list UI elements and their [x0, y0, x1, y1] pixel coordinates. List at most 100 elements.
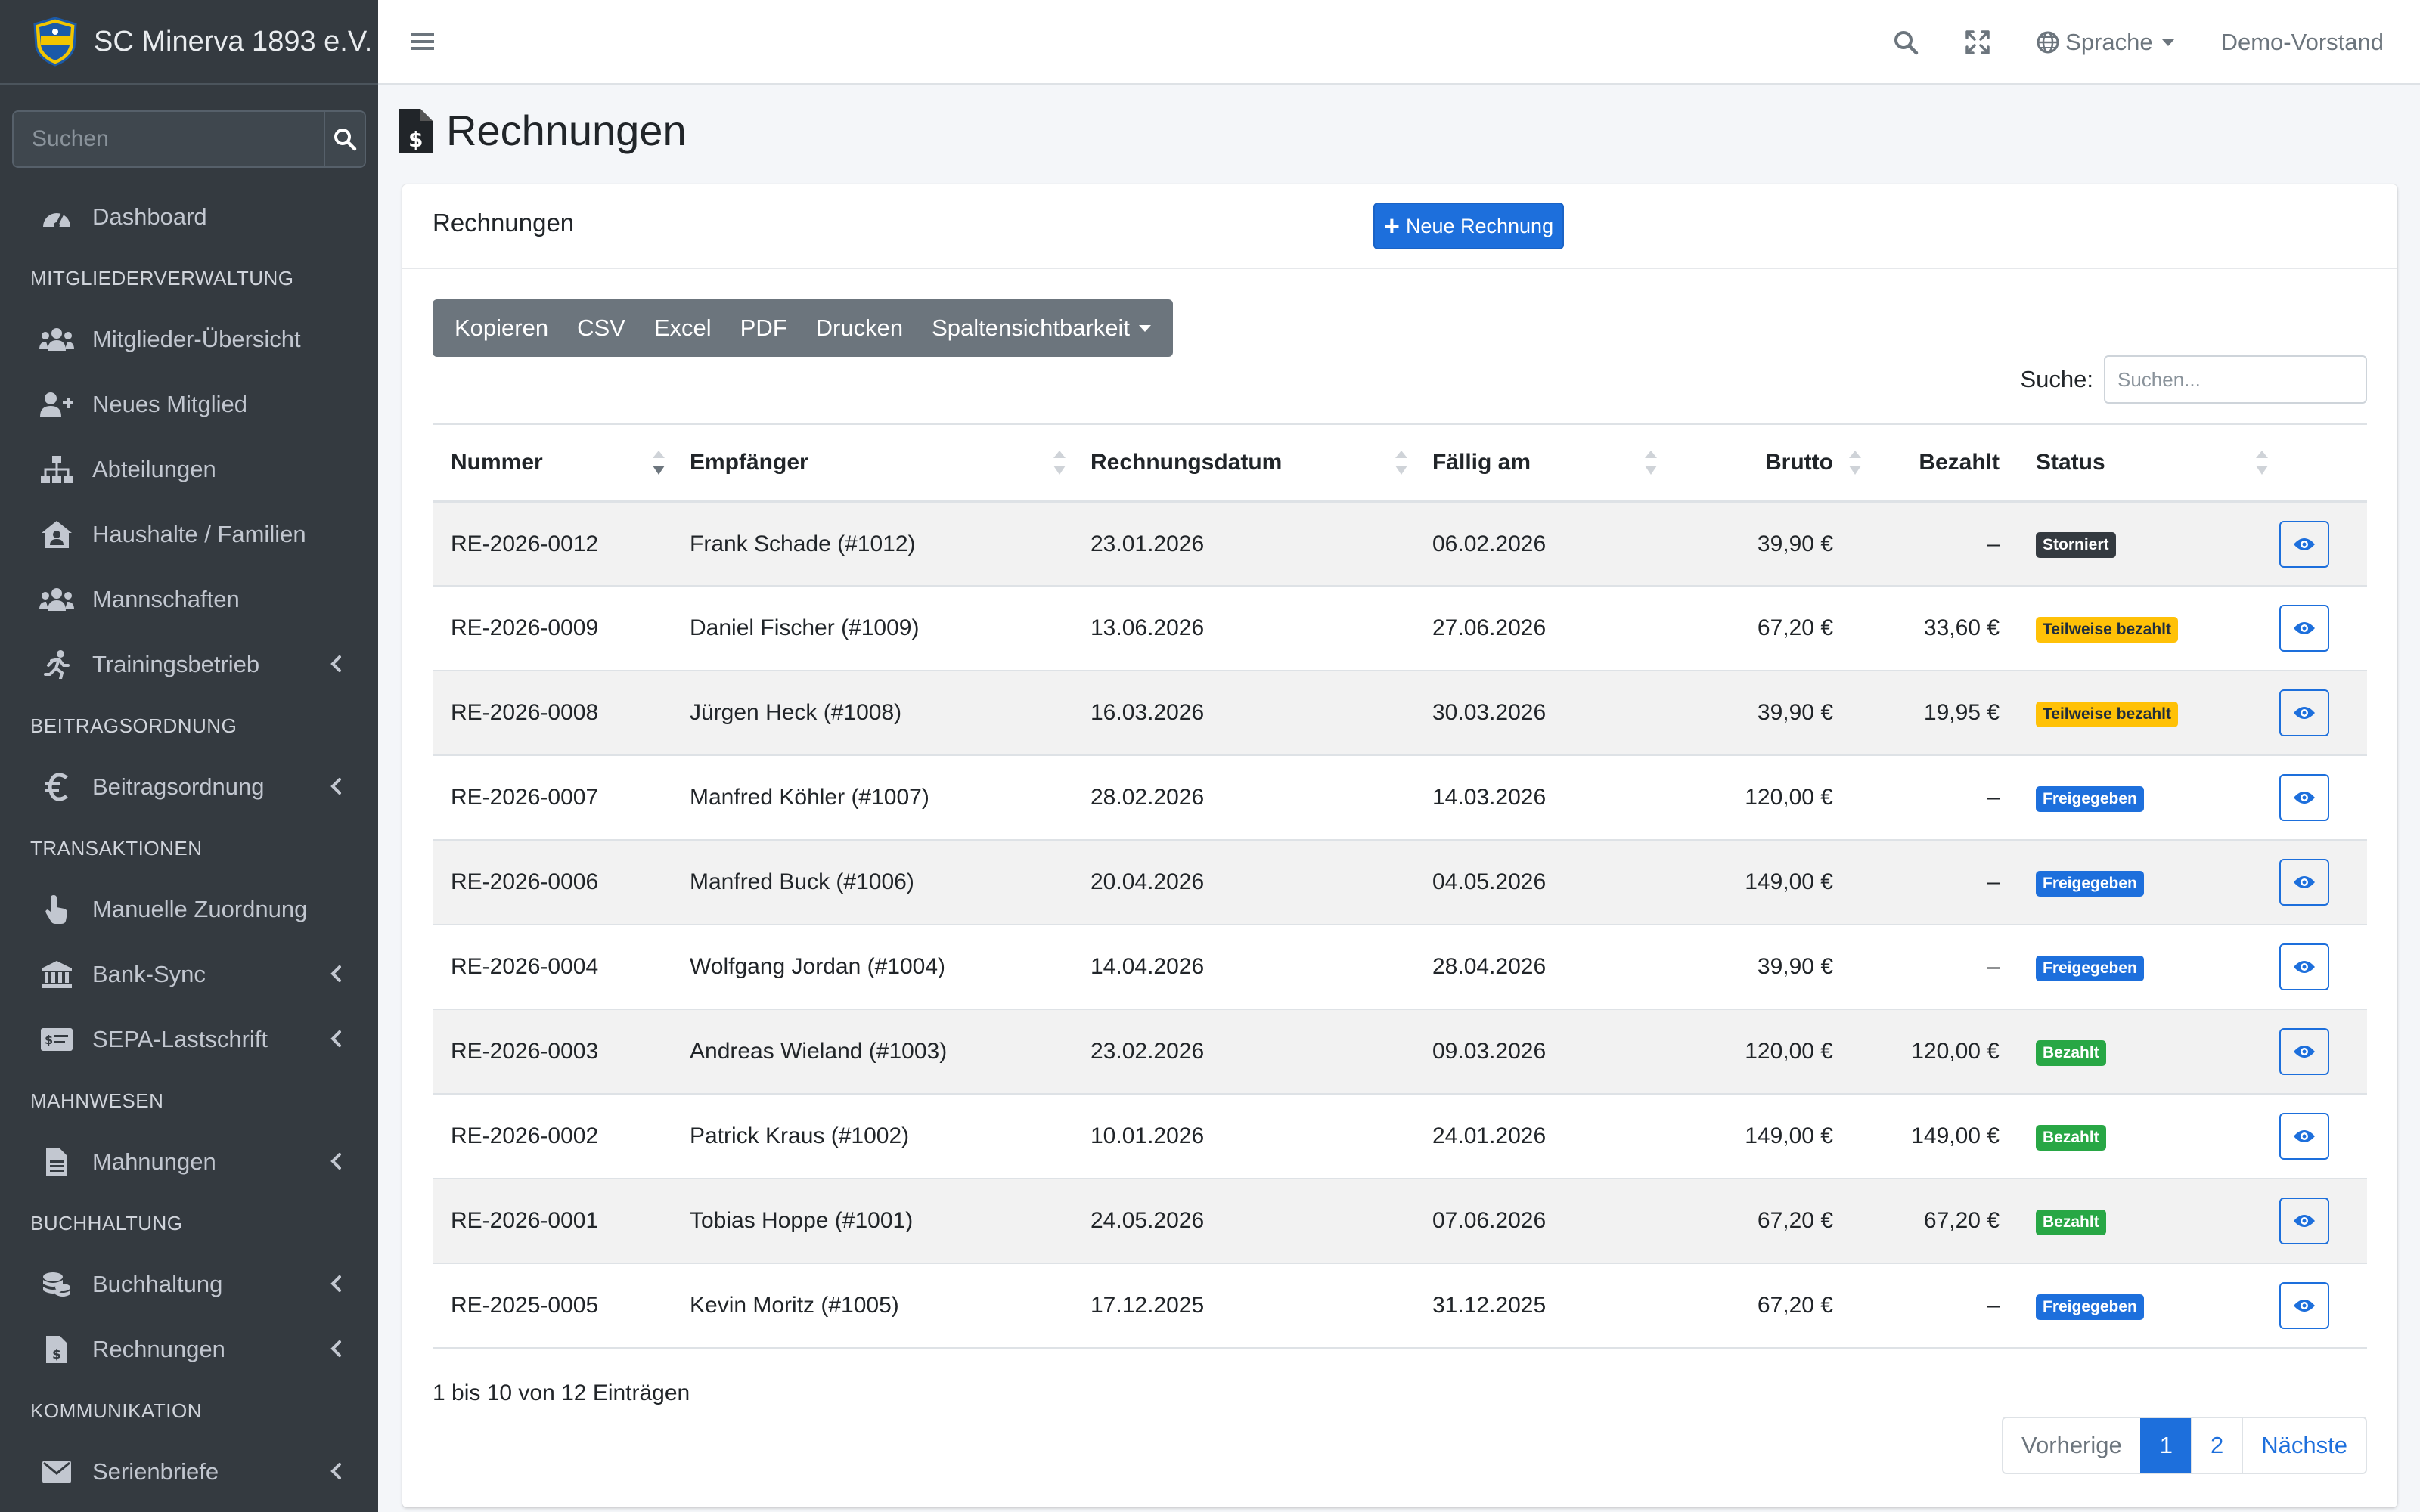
- table-row: RE-2026-0002 Patrick Kraus (#1002) 10.01.2…: [433, 1094, 2367, 1179]
- sidebar-item-buchhaltung[interactable]: Buchhaltung: [0, 1252, 378, 1317]
- sidebar-item-beitragsordnung[interactable]: Beitragsordnung: [0, 754, 378, 820]
- sort-icon: [2256, 451, 2268, 475]
- cell-empfaenger: Tobias Hoppe (#1001): [690, 1208, 914, 1233]
- view-invoice-button[interactable]: [2279, 1198, 2329, 1244]
- csv-button[interactable]: CSV: [566, 299, 636, 357]
- column-header-bezahlt[interactable]: Bezahlt: [1851, 424, 2018, 501]
- sidebar: SC Minerva 1893 e.V. Dashboard MITGLIEDE…: [0, 0, 378, 1512]
- column-header-nummer[interactable]: Nummer: [433, 424, 676, 501]
- sidebar-item-rechnungen[interactable]: $ Rechnungen: [0, 1317, 378, 1382]
- view-invoice-button[interactable]: [2279, 774, 2329, 821]
- language-dropdown[interactable]: Sprache: [2037, 29, 2174, 56]
- svg-text:$: $: [408, 127, 423, 152]
- sidebar-item-sepa-lastschrift[interactable]: $ SEPA-Lastschrift: [0, 1007, 378, 1072]
- pdf-button[interactable]: PDF: [730, 299, 798, 357]
- user-plus-icon: [40, 392, 73, 417]
- fullscreen-button[interactable]: [1965, 30, 1990, 54]
- excel-button[interactable]: Excel: [644, 299, 722, 357]
- column-header-rechnungsdatum[interactable]: Rechnungsdatum: [1077, 424, 1419, 501]
- sidebar-item-dashboard[interactable]: Dashboard: [0, 184, 378, 249]
- column-visibility-button[interactable]: Spaltensichtbarkeit: [921, 299, 1162, 357]
- sitemap-icon: [41, 456, 73, 483]
- nav-header-transaktionen: TRANSAKTIONEN: [30, 836, 203, 860]
- view-invoice-button[interactable]: [2279, 859, 2329, 906]
- new-invoice-button[interactable]: + Neue Rechnung: [1373, 203, 1564, 249]
- column-header-brutto[interactable]: Brutto: [1668, 424, 1861, 501]
- sidebar-item-abteilungen[interactable]: Abteilungen: [0, 437, 378, 502]
- column-header-label: Fällig am: [1432, 449, 1531, 475]
- sidebar-item-manuelle-zuordnung[interactable]: Manuelle Zuordnung: [0, 877, 378, 942]
- cell-status: Bezahlt: [2018, 1009, 2279, 1094]
- pagination-page-1[interactable]: 1: [2139, 1418, 2192, 1473]
- cell-status: Teilweise bezahlt: [2018, 671, 2279, 755]
- sidebar-item-label: Haushalte / Familien: [92, 521, 306, 547]
- cell-bezahlt: 67,20 €: [1923, 1208, 2000, 1233]
- table-search: Suche:: [2020, 355, 2367, 404]
- cell-empfaenger: Andreas Wieland (#1003): [690, 1039, 948, 1064]
- cell-faellig: 27.06.2026: [1432, 615, 1547, 640]
- card-title: Rechnungen: [433, 209, 575, 237]
- svg-text:$: $: [45, 1033, 53, 1047]
- cell-status: Freigegeben: [2018, 755, 2279, 840]
- sidebar-search-button[interactable]: [324, 112, 365, 166]
- sidebar-item-haushalte[interactable]: Haushalte / Familien: [0, 502, 378, 567]
- pagination-prev[interactable]: Vorherige: [2003, 1418, 2140, 1473]
- cell-brutto: 39,90 €: [1757, 700, 1833, 725]
- chevron-left-icon: [330, 1340, 341, 1357]
- table-search-input[interactable]: [2104, 355, 2367, 404]
- cell-actions: [2279, 1094, 2367, 1179]
- chevron-left-icon: [330, 655, 341, 672]
- sidebar-item-label: Bank-Sync: [92, 961, 206, 987]
- sidebar-item-label: Beitragsordnung: [92, 773, 265, 800]
- column-header-faellig[interactable]: Fällig am: [1419, 424, 1668, 501]
- status-badge: Bezahlt: [2036, 1040, 2106, 1066]
- cell-empfaenger: Jürgen Heck (#1008): [690, 700, 902, 725]
- cell-faellig: 24.01.2026: [1432, 1123, 1547, 1148]
- column-header-empfaenger[interactable]: Empfänger: [676, 424, 1077, 501]
- column-header-status[interactable]: Status: [2018, 424, 2279, 501]
- users-icon: [39, 328, 74, 351]
- pagination-page-2[interactable]: 2: [2191, 1418, 2242, 1473]
- user-menu[interactable]: Demo-Vorstand: [2221, 29, 2384, 56]
- envelope-icon: [42, 1461, 71, 1483]
- cell-faellig: 06.02.2026: [1432, 531, 1547, 556]
- sidebar-item-serienbriefe[interactable]: Serienbriefe: [0, 1439, 378, 1504]
- print-button[interactable]: Drucken: [805, 299, 914, 357]
- sidebar-item-label: Serienbriefe: [92, 1458, 219, 1485]
- view-invoice-button[interactable]: [2279, 520, 2329, 568]
- view-invoice-button[interactable]: [2279, 605, 2329, 652]
- view-invoice-button[interactable]: [2279, 1113, 2329, 1160]
- view-invoice-button[interactable]: [2279, 689, 2329, 736]
- sidebar-item-label: Mannschaften: [92, 586, 240, 612]
- sidebar-search-input[interactable]: [14, 112, 324, 166]
- view-invoice-button[interactable]: [2279, 1028, 2329, 1075]
- cell-faellig: 30.03.2026: [1432, 700, 1547, 725]
- caret-down-icon: [2161, 39, 2174, 46]
- copy-button[interactable]: Kopieren: [444, 299, 559, 357]
- cell-faellig: 28.04.2026: [1432, 954, 1547, 979]
- search-icon: [1894, 31, 1919, 55]
- globe-icon: [2037, 31, 2059, 54]
- sidebar-item-neues-mitglied[interactable]: Neues Mitglied: [0, 372, 378, 437]
- sidebar-item-bank-sync[interactable]: Bank-Sync: [0, 942, 378, 1007]
- cell-actions: [2279, 1009, 2367, 1094]
- cell-rechnungsdatum: 23.02.2026: [1091, 1039, 1205, 1064]
- cell-status: Freigegeben: [2018, 925, 2279, 1009]
- sidebar-item-mitglieder-uebersicht[interactable]: Mitglieder-Übersicht: [0, 307, 378, 372]
- topbar-search-button[interactable]: [1893, 29, 1919, 55]
- status-badge: Bezahlt: [2036, 1124, 2106, 1151]
- sidebar-item-mahnungen[interactable]: Mahnungen: [0, 1129, 378, 1194]
- column-header-actions: [2279, 424, 2367, 501]
- sidebar-item-mannschaften[interactable]: Mannschaften: [0, 567, 378, 632]
- bank-icon: [42, 961, 72, 988]
- eye-icon: [2294, 1046, 2315, 1058]
- sidebar-item-trainingsbetrieb[interactable]: Trainingsbetrieb: [0, 632, 378, 697]
- hamburger-menu-icon[interactable]: [410, 29, 436, 54]
- view-invoice-button[interactable]: [2279, 1282, 2329, 1329]
- pagination-next[interactable]: Nächste: [2242, 1418, 2366, 1473]
- table-row: RE-2026-0007 Manfred Köhler (#1007) 28.02.…: [433, 755, 2367, 840]
- brand-link[interactable]: SC Minerva 1893 e.V.: [0, 0, 378, 85]
- eye-icon: [2294, 876, 2315, 888]
- view-invoice-button[interactable]: [2279, 943, 2329, 990]
- cell-bezahlt: 33,60 €: [1923, 615, 2000, 640]
